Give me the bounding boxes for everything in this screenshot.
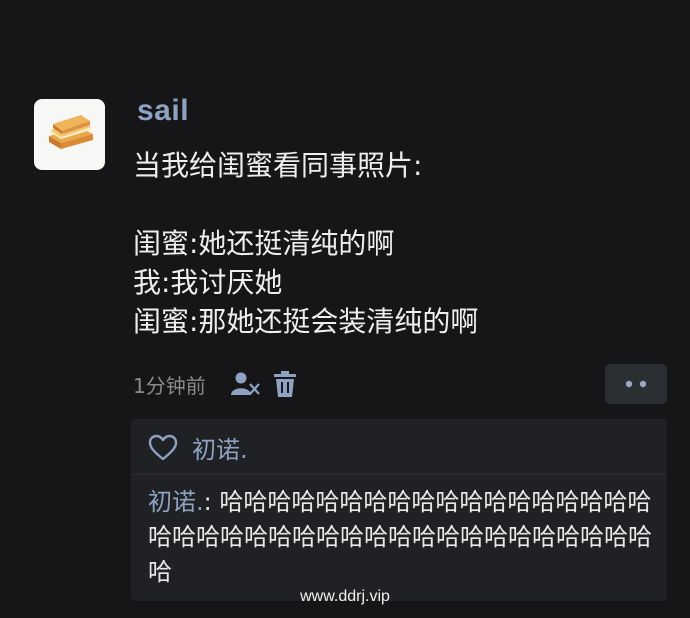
username[interactable]: sail <box>137 94 189 128</box>
post-meta: 1分钟前 <box>133 366 308 402</box>
comments-section: 初诺. 初诺.: 哈哈哈哈哈哈哈哈哈哈哈哈哈哈哈哈哈哈哈哈哈哈哈哈哈哈哈哈哈哈哈… <box>131 419 667 601</box>
user-visibility-button[interactable] <box>228 367 262 401</box>
post-text: 当我给闺蜜看同事照片: 闺蜜:她还挺清纯的啊 我:我讨厌她 闺蜜:那她还挺会装清… <box>133 146 673 341</box>
like-button[interactable] <box>148 434 178 461</box>
delete-button[interactable] <box>268 367 302 401</box>
comment-text: 哈哈哈哈哈哈哈哈哈哈哈哈哈哈哈哈哈哈哈哈哈哈哈哈哈哈哈哈哈哈哈哈哈哈哈哈哈哈哈哈 <box>148 488 652 586</box>
watermark: www.ddrj.vip <box>300 588 390 605</box>
more-button[interactable] <box>605 364 667 404</box>
timestamp: 1分钟前 <box>133 373 206 398</box>
trash-icon <box>273 371 296 397</box>
comment-author[interactable]: 初诺. <box>148 488 204 516</box>
toast-sandwich-icon <box>48 114 93 149</box>
user-visibility-icon <box>230 372 260 395</box>
post-line <box>133 185 673 224</box>
likes-row: 初诺. <box>148 429 248 465</box>
post-line: 闺蜜:那她还挺会装清纯的啊 <box>133 305 479 338</box>
heart-outline-icon <box>148 434 178 460</box>
comment-item[interactable]: 初诺.: 哈哈哈哈哈哈哈哈哈哈哈哈哈哈哈哈哈哈哈哈哈哈哈哈哈哈哈哈哈哈哈哈哈哈哈… <box>148 485 653 590</box>
post-line: 我:我讨厌她 <box>133 266 283 299</box>
post-line: 闺蜜:她还挺清纯的啊 <box>133 227 395 260</box>
more-icon <box>625 380 647 388</box>
liker-name[interactable]: 初诺. <box>192 430 248 465</box>
comment-separator: : <box>203 488 220 516</box>
avatar[interactable] <box>34 99 105 170</box>
divider <box>131 474 667 475</box>
post-line: 当我给闺蜜看同事照片: <box>133 149 423 182</box>
